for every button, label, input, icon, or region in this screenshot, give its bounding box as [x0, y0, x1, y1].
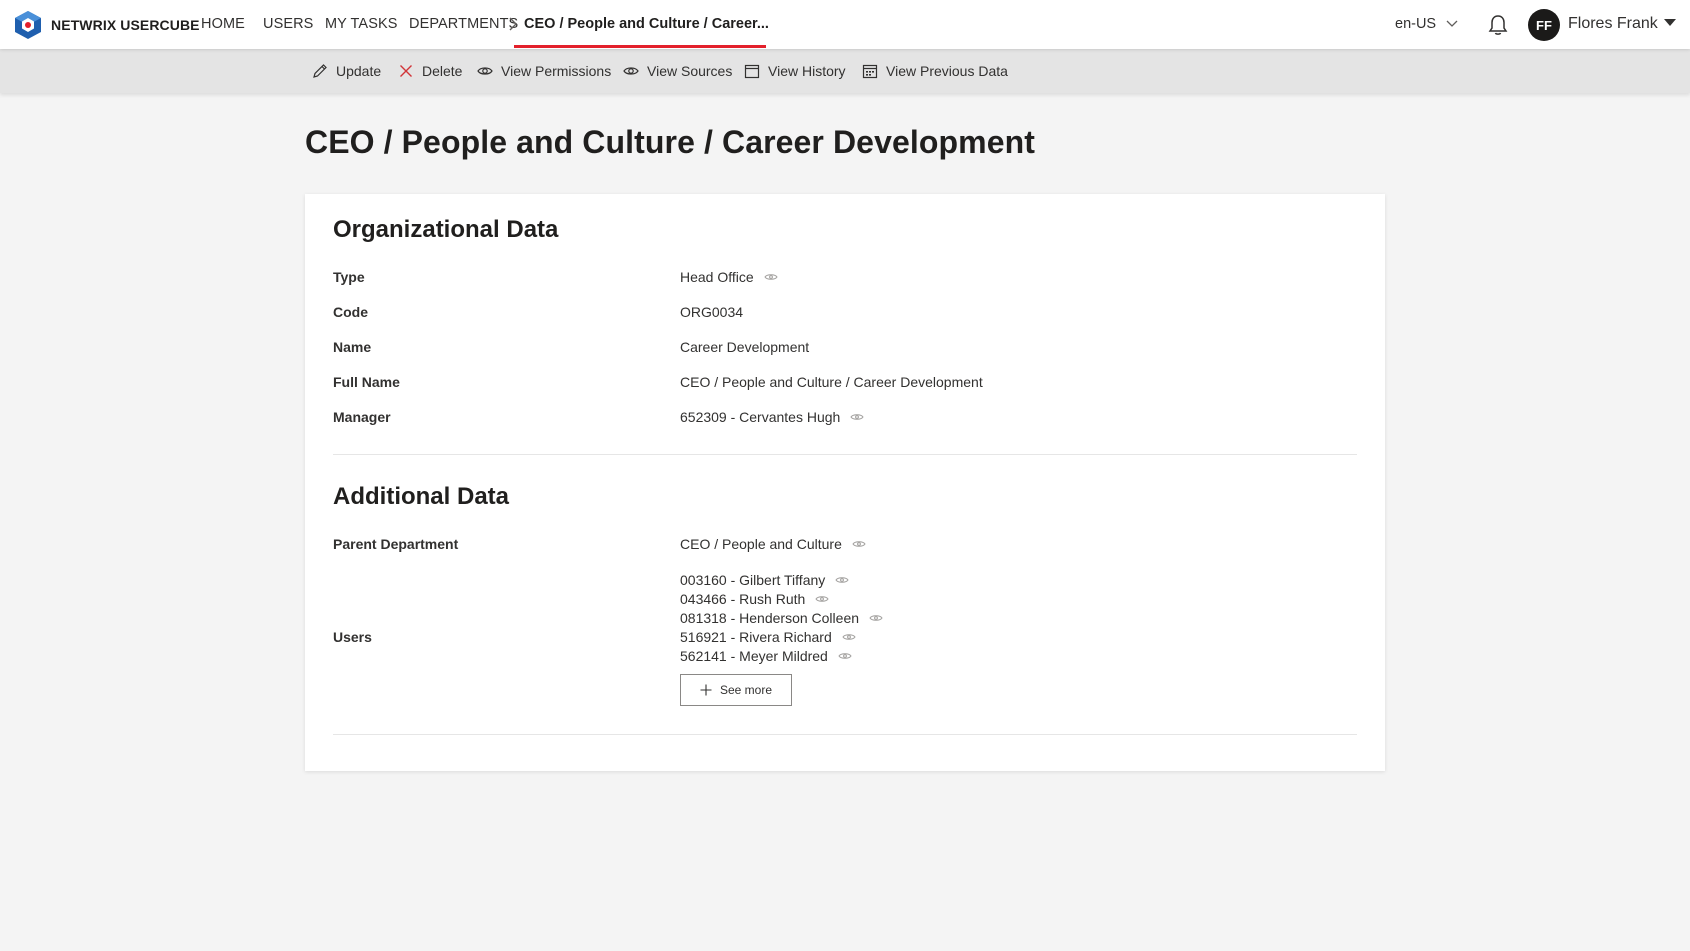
name-label: Name: [333, 339, 372, 355]
user-link[interactable]: 081318 - Henderson Colleen: [680, 610, 859, 626]
list-item: 516921 - Rivera Richard: [680, 627, 883, 646]
users-list: 003160 - Gilbert Tiffany 043466 - Rush R…: [680, 570, 883, 665]
list-item: 562141 - Meyer Mildred: [680, 646, 883, 665]
users-label: Users: [333, 629, 372, 645]
manager-value: 652309 - Cervantes Hugh: [680, 409, 864, 425]
view-previous-data-button[interactable]: View Previous Data: [862, 62, 1008, 80]
additional-data-heading: Additional Data: [333, 483, 510, 510]
full-name-value: CEO / People and Culture / Career Develo…: [680, 374, 983, 390]
brand-name: NETWRIX USERCUBE: [51, 17, 200, 33]
chevron-down-icon: [1446, 20, 1458, 27]
close-icon: [400, 65, 412, 77]
pencil-icon: [313, 64, 327, 78]
eye-icon[interactable]: [835, 575, 849, 585]
view-previous-data-label: View Previous Data: [886, 63, 1008, 79]
section-divider: [333, 454, 1357, 455]
view-permissions-label: View Permissions: [501, 63, 612, 79]
eye-icon[interactable]: [842, 632, 856, 642]
nav-home[interactable]: HOME: [201, 16, 245, 32]
parent-department-value: CEO / People and Culture: [680, 536, 866, 552]
user-link[interactable]: 043466 - Rush Ruth: [680, 591, 805, 607]
nav-my-tasks[interactable]: MY TASKS: [325, 16, 398, 32]
manager-label: Manager: [333, 409, 391, 425]
list-item: 003160 - Gilbert Tiffany: [680, 570, 883, 589]
eye-icon: [477, 67, 493, 75]
breadcrumb-current[interactable]: CEO / People and Culture / Career...: [524, 16, 769, 32]
type-label: Type: [333, 269, 365, 285]
delete-button[interactable]: Delete: [398, 62, 462, 80]
plus-icon: [700, 684, 712, 696]
view-permissions-button[interactable]: View Permissions: [477, 62, 611, 80]
parent-department-label: Parent Department: [333, 536, 459, 552]
view-history-label: View History: [768, 63, 846, 79]
user-link[interactable]: 562141 - Meyer Mildred: [680, 648, 828, 664]
page-title: CEO / People and Culture / Career Develo…: [305, 124, 1036, 160]
code-value: ORG0034: [680, 304, 743, 320]
update-button[interactable]: Update: [312, 62, 381, 80]
caret-down-icon[interactable]: [1664, 19, 1676, 27]
top-navigation-bar: NETWRIX USERCUBE HOME USERS MY TASKS DEP…: [0, 0, 1690, 49]
code-label: Code: [333, 304, 368, 320]
list-item: 043466 - Rush Ruth: [680, 589, 883, 608]
full-name-label: Full Name: [333, 374, 400, 390]
name-value: Career Development: [680, 339, 809, 355]
command-bar: Update Delete View Permissions View Sour…: [0, 49, 1690, 93]
see-more-label: See more: [719, 683, 773, 697]
eye-icon: [623, 67, 639, 75]
department-details-card: Organizational Data Type Head Office Cod…: [305, 194, 1385, 771]
eye-icon[interactable]: [838, 651, 852, 661]
view-sources-label: View Sources: [647, 63, 733, 79]
eye-icon[interactable]: [764, 272, 778, 282]
eye-icon[interactable]: [850, 412, 864, 422]
type-value-text[interactable]: Head Office: [680, 269, 754, 285]
user-link[interactable]: 516921 - Rivera Richard: [680, 629, 832, 645]
language-value: en-US: [1395, 16, 1437, 32]
active-tab-indicator: [514, 45, 766, 48]
view-sources-button[interactable]: View Sources: [623, 62, 732, 80]
organizational-data-heading: Organizational Data: [333, 216, 559, 243]
usercube-logo-icon: [15, 11, 41, 39]
view-history-button[interactable]: View History: [744, 62, 846, 80]
code-value-text: ORG0034: [680, 304, 744, 320]
section-divider: [333, 734, 1357, 735]
eye-icon[interactable]: [869, 613, 883, 623]
see-more-button[interactable]: See more: [680, 674, 792, 706]
user-link[interactable]: 003160 - Gilbert Tiffany: [680, 572, 825, 588]
parent-department-link[interactable]: CEO / People and Culture: [680, 536, 842, 552]
name-value-text: Career Development: [680, 339, 810, 355]
list-item: 081318 - Henderson Colleen: [680, 608, 883, 627]
nav-departments[interactable]: DEPARTMENTS: [409, 16, 518, 32]
manager-link[interactable]: 652309 - Cervantes Hugh: [680, 409, 840, 425]
language-selector[interactable]: en-US: [1395, 16, 1458, 32]
user-name[interactable]: Flores Frank: [1568, 15, 1658, 33]
brand-logo[interactable]: NETWRIX USERCUBE: [13, 9, 200, 41]
eye-icon[interactable]: [852, 539, 866, 549]
avatar[interactable]: FF: [1528, 9, 1560, 41]
bell-icon[interactable]: [1486, 13, 1510, 37]
calendar-grid-icon: [862, 64, 878, 79]
full-name-value-text: CEO / People and Culture / Career Develo…: [680, 374, 983, 390]
type-value: Head Office: [680, 269, 778, 285]
chevron-right-icon: [509, 17, 517, 31]
nav-users[interactable]: USERS: [263, 16, 313, 32]
delete-label: Delete: [422, 63, 463, 79]
eye-icon[interactable]: [815, 594, 829, 604]
calendar-icon: [744, 64, 760, 79]
update-label: Update: [336, 63, 382, 79]
